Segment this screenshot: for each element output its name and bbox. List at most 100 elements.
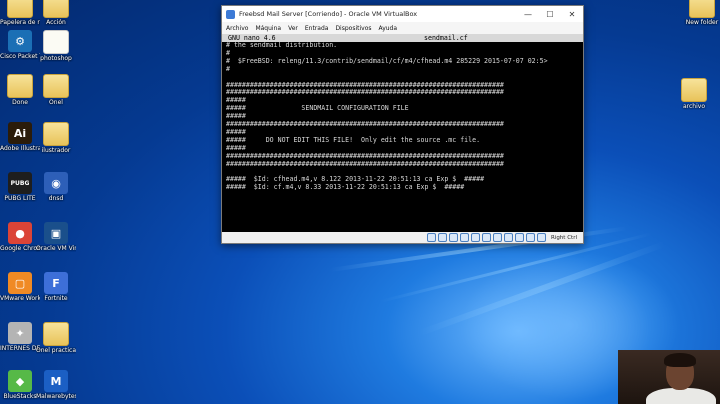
close-button[interactable]: ✕ <box>561 6 583 22</box>
editor-line: ##### DO NOT EDIT THIS FILE! Only edit t… <box>226 135 481 144</box>
desktop-icon-label: Papelera de reciclaje <box>0 19 40 26</box>
app-icon: ◆ <box>8 370 32 392</box>
mouse-integration-icon[interactable] <box>525 233 535 242</box>
desktop-icon-label: archivo <box>682 103 705 110</box>
desktop-icon-label: dnsd <box>48 195 64 202</box>
desktop-icon[interactable]: ▣Oracle VM VirtualBox <box>36 222 76 252</box>
desktop-icon[interactable]: M Malwarebytes <box>36 370 76 400</box>
menu-ver[interactable]: Ver <box>288 25 298 32</box>
usb-icon[interactable] <box>470 233 480 242</box>
desktop-icon[interactable]: photoshop <box>36 30 76 62</box>
editor-line: ########################################… <box>226 159 504 168</box>
app-icon: ● <box>8 222 32 244</box>
desktop-icon-label: Onel practica <box>36 347 76 354</box>
menu-archivo[interactable]: Archivo <box>226 25 248 32</box>
virtualbox-icon <box>226 9 235 19</box>
desktop-icon-label: BlueStacks <box>3 393 37 400</box>
optical-drive-icon[interactable] <box>437 233 447 242</box>
desktop-icon-label: Acción <box>46 19 66 26</box>
window-title: Freebsd Mail Server [Corriendo] - Oracle… <box>239 10 418 18</box>
folder-icon <box>43 74 69 98</box>
video-capture-icon[interactable] <box>503 233 513 242</box>
folder-icon <box>681 78 707 102</box>
host-key-label: Right Ctrl <box>550 234 577 241</box>
shared-folders-icon[interactable] <box>481 233 491 242</box>
cpu-activity-icon[interactable] <box>514 233 524 242</box>
folder-icon <box>7 0 33 18</box>
desktop-icon-label: PUBG LITE <box>4 195 36 202</box>
desktop-icon[interactable]: Done <box>0 74 40 106</box>
editor-line: ########################################… <box>226 120 504 129</box>
vm-status-bar: Right Ctrl <box>222 232 583 243</box>
desktop-icon-label: INTERNES DE SALIDA <box>0 345 40 352</box>
folder-icon <box>689 0 715 18</box>
webcam-overlay <box>618 350 720 404</box>
editor-line: # the sendmail distribution. <box>226 41 338 49</box>
desktop-icon[interactable]: archivo <box>674 78 714 110</box>
desktop-icon[interactable]: Papelera de reciclaje <box>0 0 40 26</box>
desktop-icon-label: ilustrador <box>41 147 71 154</box>
app-icon: ⚙ <box>8 30 32 52</box>
app-icon: ▣ <box>44 222 68 244</box>
nano-editor-text[interactable]: # the sendmail distribution. # # $FreeBSD:… <box>222 41 583 192</box>
hard-disk-icon[interactable] <box>426 233 436 242</box>
app-icon: ▢ <box>8 272 32 294</box>
menu-ayuda[interactable]: Ayuda <box>379 25 398 32</box>
app-icon: ◉ <box>44 172 68 194</box>
minimize-button[interactable]: — <box>517 6 539 22</box>
nano-filename: sendmail.cf <box>424 34 468 42</box>
menu-bar: Archivo Máquina Ver Entrada Dispositivos… <box>222 22 583 34</box>
desktop-icon[interactable]: Onel <box>36 74 76 106</box>
app-icon: PUBG <box>8 172 32 194</box>
editor-line: ########################################… <box>226 88 504 97</box>
desktop-icon[interactable]: ilustrador <box>36 122 76 154</box>
maximize-button[interactable]: ☐ <box>539 6 561 22</box>
desktop-icon[interactable]: ◉ dnsd <box>36 172 76 202</box>
document-icon <box>43 30 69 54</box>
folder-icon <box>7 74 33 98</box>
app-icon: F <box>44 272 68 294</box>
desktop-icon-label: Cisco Packet Tracer <box>0 53 40 60</box>
desktop-icon-label: Adobe Illustrator <box>0 145 40 152</box>
desktop-icon[interactable]: ⚙Cisco Packet Tracer <box>0 30 40 60</box>
desktop-icon[interactable]: ✦INTERNES DE SALIDA <box>0 322 40 352</box>
desktop-icon-label: VMware Workstation <box>0 295 40 302</box>
desktop-icon[interactable]: ▢VMware Workstation <box>0 272 40 302</box>
webcam-person-hair <box>664 353 696 367</box>
menu-dispositivos[interactable]: Dispositivos <box>335 25 371 32</box>
audio-icon[interactable] <box>448 233 458 242</box>
network-icon[interactable] <box>459 233 469 242</box>
desktop-icon-label: New folder <box>685 19 719 26</box>
editor-line: # $FreeBSD: releng/11.3/contrib/sendmail… <box>226 56 548 65</box>
desktop-icon-label: photoshop <box>40 55 72 62</box>
folder-icon <box>43 122 69 146</box>
app-icon: M <box>44 370 68 392</box>
webcam-person-body <box>646 388 716 404</box>
keyboard-icon[interactable] <box>536 233 546 242</box>
desktop-icon-label: Google Chrome <box>0 245 40 252</box>
desktop-icon[interactable]: ●Google Chrome <box>0 222 40 252</box>
desktop-icon[interactable]: New folder <box>682 0 720 26</box>
desktop-icon[interactable]: AiAdobe Illustrator <box>0 122 40 152</box>
virtualbox-window[interactable]: Freebsd Mail Server [Corriendo] - Oracle… <box>221 5 584 244</box>
desktop-icon[interactable]: Acción <box>36 0 76 26</box>
desktop-icon[interactable]: F Fortnite <box>36 272 76 302</box>
editor-line: ##### SENDMAIL CONFIGURATION FILE <box>226 104 409 113</box>
folder-icon <box>43 0 69 18</box>
menu-entrada[interactable]: Entrada <box>305 25 329 32</box>
desktop-icon[interactable]: Onel practica <box>36 322 76 354</box>
desktop-icon[interactable]: ◆ BlueStacks <box>0 370 40 400</box>
vm-screen[interactable]: GNU nano 4.6 sendmail.cf # the sendmail … <box>222 34 583 232</box>
window-titlebar[interactable]: Freebsd Mail Server [Corriendo] - Oracle… <box>222 6 583 22</box>
folder-icon <box>43 322 69 346</box>
menu-maquina[interactable]: Máquina <box>255 25 281 32</box>
editor-line: # <box>226 64 230 73</box>
desktop-icon-label: Oracle VM VirtualBox <box>36 245 76 252</box>
desktop-icon-label: Done <box>12 99 28 106</box>
app-icon: Ai <box>8 122 32 144</box>
desktop-icon-label: Fortnite <box>44 295 68 302</box>
desktop-icon-label: Malwarebytes <box>36 393 76 400</box>
desktop-icon[interactable]: PUBG PUBG LITE <box>0 172 40 202</box>
desktop-icon-label: Onel <box>49 99 63 106</box>
display-icon[interactable] <box>492 233 502 242</box>
